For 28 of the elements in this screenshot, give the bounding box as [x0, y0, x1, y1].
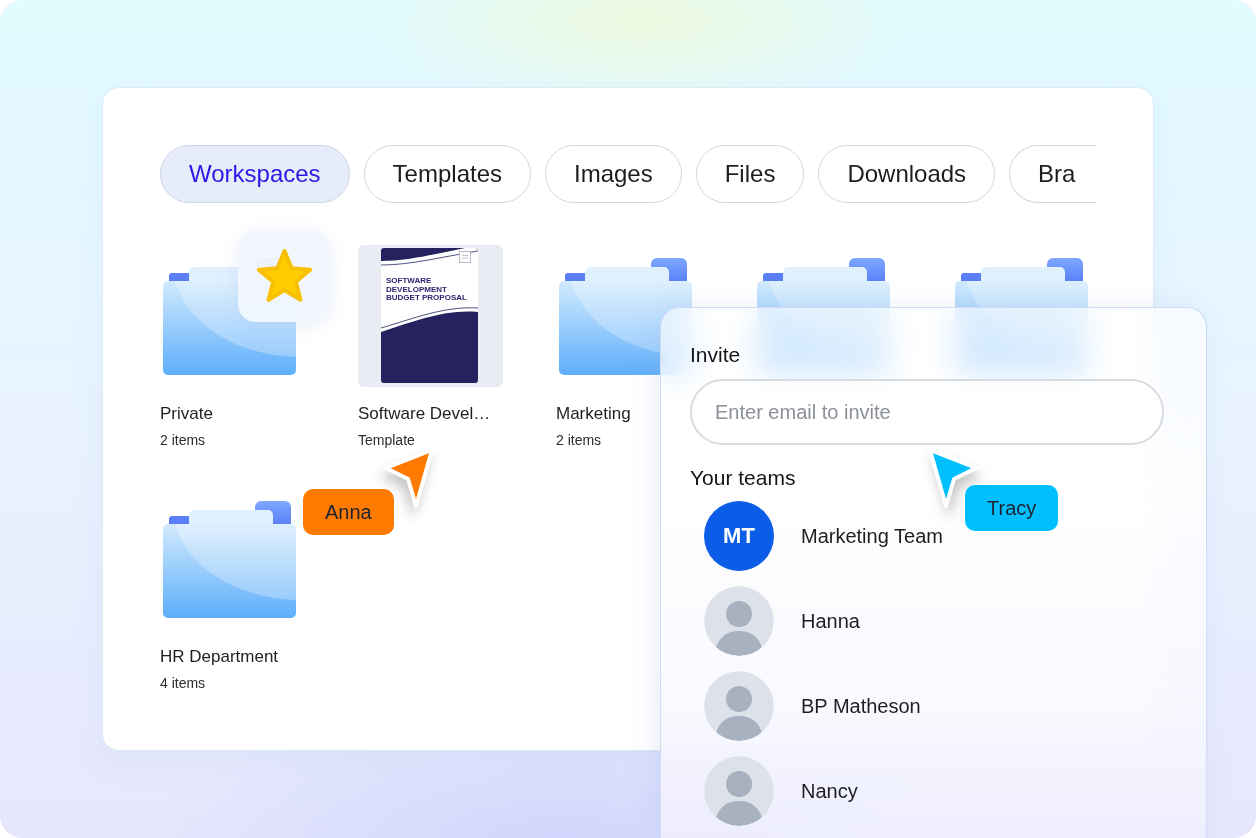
folder-icon[interactable] [163, 501, 296, 618]
cursor-name-tag: Tracy [965, 485, 1059, 531]
tab[interactable]: Bra [1009, 145, 1096, 203]
teams-title: Your teams [690, 466, 796, 490]
tab[interactable]: Files [695, 145, 805, 203]
item-meta: 2 items [556, 432, 602, 448]
item-meta: 4 items [160, 675, 206, 691]
tab[interactable]: Images [545, 145, 682, 203]
member-name: Marketing Team [801, 524, 943, 548]
member-name: BP Matheson [801, 694, 921, 718]
tab[interactable]: Templates [363, 145, 531, 203]
cursor-name-tag: Anna [303, 489, 394, 535]
tab[interactable]: Downloads [818, 145, 996, 203]
initials-avatar: MT [704, 501, 774, 571]
email-input[interactable]: Enter email to invite [690, 379, 1164, 445]
invite-title: Invite [690, 343, 741, 367]
member-name: Nancy [801, 779, 858, 803]
item-name: Software Devel… [358, 404, 491, 424]
logo-placeholder-icon [459, 251, 471, 263]
item-name: HR Department [160, 647, 279, 667]
item-name: Marketing [556, 404, 631, 424]
item-name: Private [160, 404, 213, 424]
tab[interactable]: Workspaces [160, 145, 350, 203]
member-name: Hanna [801, 609, 860, 633]
item-meta: 2 items [160, 432, 206, 448]
cover-title: SOFTWARE DEVELOPMENT BUDGET PROPOSAL [386, 277, 468, 303]
item-meta: Template [358, 432, 415, 448]
template-thumbnail[interactable]: SOFTWARE DEVELOPMENT BUDGET PROPOSAL [358, 245, 503, 387]
